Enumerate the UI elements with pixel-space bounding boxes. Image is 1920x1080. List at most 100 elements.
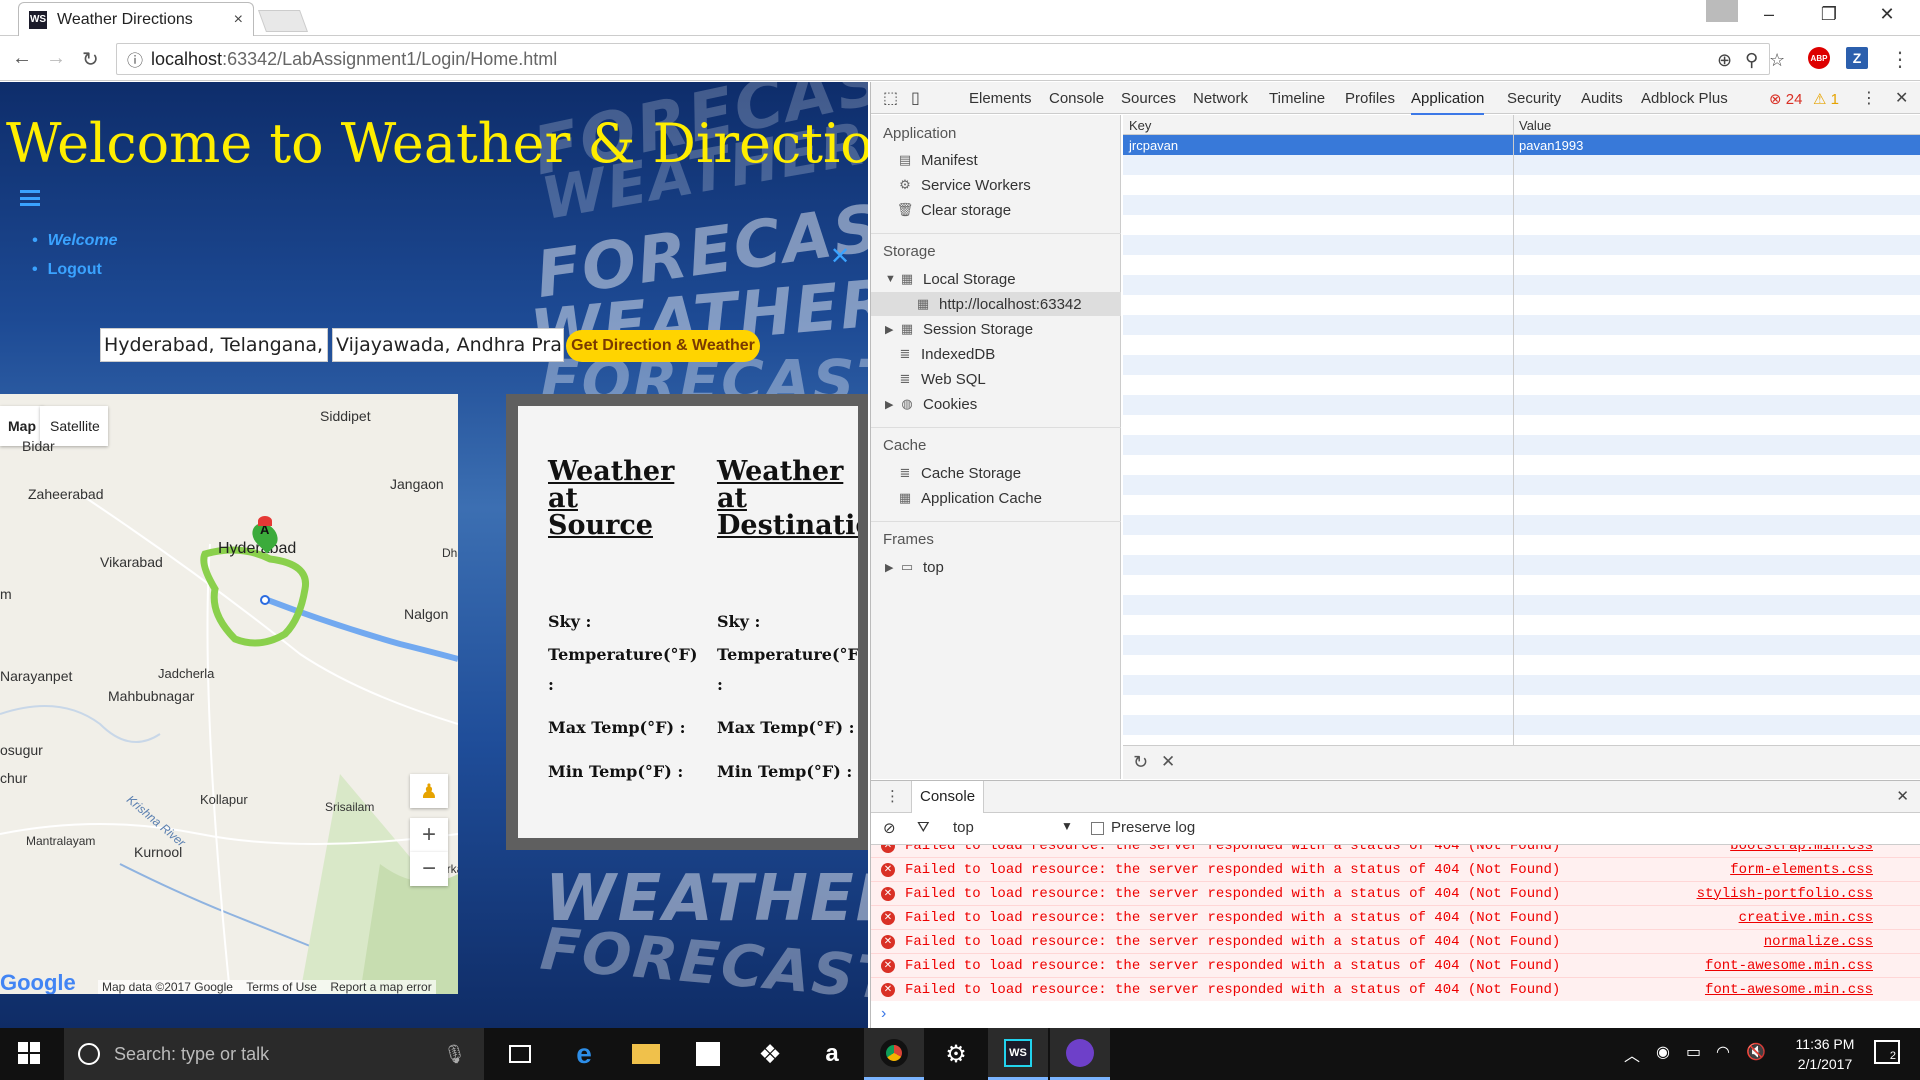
warning-count-badge[interactable]: ⚠ 1: [1813, 90, 1839, 108]
table-row[interactable]: jrcpavan pavan1993: [1123, 135, 1920, 155]
taskbar-clock[interactable]: 11:36 PM 2/1/2017: [1780, 1034, 1870, 1074]
chrome-icon[interactable]: [864, 1028, 924, 1080]
nav-close-icon[interactable]: ✕: [830, 242, 850, 271]
adblock-plus-icon[interactable]: ABP: [1808, 47, 1830, 69]
report-map-error-link[interactable]: Report a map error: [330, 980, 431, 994]
store-icon[interactable]: [678, 1028, 738, 1080]
address-bar[interactable]: ⓘ localhost:63342/LabAssignment1/Login/H…: [116, 43, 1785, 75]
notifications-icon[interactable]: 2: [1874, 1040, 1900, 1064]
amazon-icon[interactable]: a: [802, 1028, 862, 1080]
dropbox-icon[interactable]: ❖: [740, 1028, 800, 1080]
console-source-link[interactable]: form-elements.css: [1730, 862, 1873, 878]
collapsed-triangle-icon[interactable]: ▶: [885, 561, 895, 574]
tab-console[interactable]: Console: [1049, 90, 1104, 107]
maximize-button[interactable]: ❐: [1806, 4, 1852, 25]
browser-tab[interactable]: WS Weather Directions ×: [18, 2, 254, 36]
google-map[interactable]: Map Satellite Siddipet Bidar Jangaon Zah…: [0, 394, 458, 994]
location-icon[interactable]: ⊕: [1717, 50, 1732, 71]
tab-adblock-plus[interactable]: Adblock Plus: [1641, 90, 1728, 107]
clear-console-icon[interactable]: ⊘: [883, 819, 896, 837]
chevron-up-icon[interactable]: ︿: [1624, 1042, 1640, 1066]
map-marker-b-icon[interactable]: [258, 516, 272, 526]
microphone-icon[interactable]: 🎙: [443, 1044, 466, 1065]
sidebar-item-local-storage[interactable]: ▼ ▦ Local Storage: [885, 268, 1016, 290]
console-source-link[interactable]: normalize.css: [1764, 934, 1873, 950]
edge-icon[interactable]: e: [554, 1028, 614, 1080]
collapsed-triangle-icon[interactable]: ▶: [885, 323, 895, 336]
zoom-in-button[interactable]: +: [410, 818, 448, 852]
wifi-icon[interactable]: ◠: [1716, 1042, 1730, 1062]
sidebar-item-local-origin[interactable]: ▦ http://localhost:63342: [915, 293, 1082, 315]
profile-icon[interactable]: [1706, 0, 1738, 22]
preserve-log-checkbox[interactable]: [1091, 822, 1104, 835]
window-close-button[interactable]: ✕: [1864, 4, 1910, 25]
sidebar-item-session-storage[interactable]: ▶ ▦ Session Storage: [885, 318, 1033, 340]
sidebar-item-frame-top[interactable]: ▶ ▭ top: [885, 556, 944, 578]
destination-input[interactable]: Vijayawada, Andhra Pradesh, India: [332, 328, 564, 362]
devtools-close-icon[interactable]: ✕: [1895, 88, 1908, 108]
devtools-menu-icon[interactable]: ⋮: [1861, 88, 1877, 108]
value-column-header[interactable]: Value: [1519, 118, 1551, 133]
chrome-menu-icon[interactable]: ⋮: [1890, 47, 1910, 72]
sidebar-item-service-workers[interactable]: ⚙ Service Workers: [897, 174, 1031, 196]
tab-timeline[interactable]: Timeline: [1269, 90, 1325, 107]
github-icon[interactable]: [1050, 1028, 1110, 1080]
windows-start-icon[interactable]: [18, 1042, 40, 1064]
console-source-link[interactable]: bootstrap.min.css: [1730, 845, 1873, 854]
minimize-button[interactable]: –: [1746, 4, 1792, 25]
tab-close-icon[interactable]: ×: [234, 11, 243, 29]
refresh-icon[interactable]: ↻: [1133, 752, 1148, 773]
drawer-menu-icon[interactable]: ⋮: [885, 787, 900, 805]
volume-muted-icon[interactable]: 🔇: [1746, 1042, 1766, 1062]
filter-icon[interactable]: ⛛: [917, 819, 930, 836]
console-source-link[interactable]: creative.min.css: [1739, 910, 1873, 926]
device-toolbar-icon[interactable]: ▯: [911, 88, 920, 108]
delete-icon[interactable]: ✕: [1161, 752, 1175, 772]
zoom-out-button[interactable]: −: [410, 852, 448, 886]
drawer-tab-console[interactable]: Console: [911, 781, 985, 813]
bookmark-star-icon[interactable]: ☆: [1769, 50, 1785, 71]
pegman-icon[interactable]: ♟: [410, 774, 448, 808]
webstorm-icon[interactable]: WS: [988, 1028, 1048, 1080]
chevron-down-icon[interactable]: ▼: [1061, 819, 1073, 833]
console-source-link[interactable]: font-awesome.min.css: [1705, 958, 1873, 974]
terms-of-use-link[interactable]: Terms of Use: [246, 980, 317, 994]
sidebar-item-clear-storage[interactable]: 🗑 Clear storage: [897, 199, 1011, 221]
console-source-link[interactable]: stylish-portfolio.css: [1697, 886, 1873, 902]
key-column-header[interactable]: Key: [1129, 118, 1151, 133]
sidebar-item-indexeddb[interactable]: ≣ IndexedDB: [897, 343, 996, 365]
sidebar-item-web-sql[interactable]: ≣ Web SQL: [897, 368, 986, 390]
sidebar-item-cache-storage[interactable]: ≣ Cache Storage: [897, 462, 1022, 484]
nav-logout-link[interactable]: Logout: [32, 261, 102, 279]
tab-elements[interactable]: Elements: [969, 90, 1032, 107]
error-count-badge[interactable]: ⊗ 24: [1769, 90, 1802, 108]
expanded-triangle-icon[interactable]: ▼: [885, 273, 896, 285]
context-select[interactable]: top: [953, 819, 974, 836]
console-source-link[interactable]: font-awesome.min.css: [1705, 982, 1873, 998]
sidebar-item-cookies[interactable]: ▶ ◍ Cookies: [885, 393, 977, 415]
file-explorer-icon[interactable]: [616, 1028, 676, 1080]
z-extension-icon[interactable]: Z: [1846, 47, 1868, 69]
tab-profiles[interactable]: Profiles: [1345, 90, 1395, 107]
sidebar-item-manifest[interactable]: ▤ Manifest: [897, 149, 978, 171]
reload-icon[interactable]: ↻: [82, 47, 99, 72]
tab-sources[interactable]: Sources: [1121, 90, 1176, 107]
task-view-icon[interactable]: [490, 1028, 550, 1080]
nav-welcome-link[interactable]: Welcome: [32, 232, 118, 250]
taskbar-search[interactable]: Search: type or talk 🎙: [64, 1028, 484, 1080]
new-tab-button[interactable]: [257, 10, 309, 32]
inspect-element-icon[interactable]: ⬚: [883, 88, 898, 108]
drawer-close-icon[interactable]: ✕: [1896, 787, 1909, 805]
collapsed-triangle-icon[interactable]: ▶: [885, 398, 895, 411]
get-direction-weather-button[interactable]: Get Direction & Weather: [566, 330, 760, 362]
source-input[interactable]: Hyderabad, Telangana, India: [100, 328, 328, 362]
tab-application[interactable]: Application: [1411, 90, 1485, 115]
page-info-icon[interactable]: ⓘ: [127, 47, 143, 71]
pin-icon[interactable]: ⚲: [1745, 50, 1758, 71]
tab-security[interactable]: Security: [1507, 90, 1561, 107]
sidebar-item-application-cache[interactable]: ▦ Application Cache: [897, 487, 1042, 509]
tab-network[interactable]: Network: [1193, 90, 1248, 107]
record-icon[interactable]: ◉: [1656, 1042, 1670, 1062]
console-prompt[interactable]: ›: [881, 1005, 886, 1023]
back-icon[interactable]: ←: [12, 47, 32, 70]
